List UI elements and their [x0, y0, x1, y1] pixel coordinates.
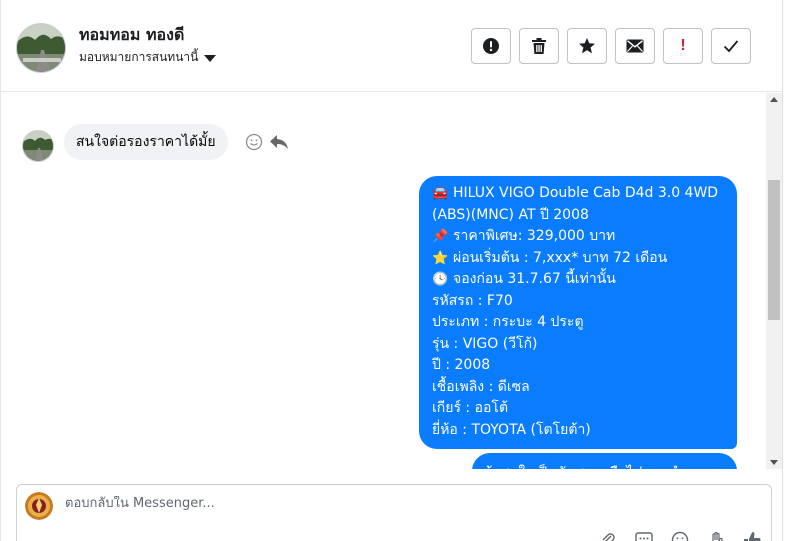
star-button[interactable] — [567, 28, 607, 64]
exclamation-circle-icon — [483, 38, 499, 54]
emoji-button[interactable] — [669, 529, 691, 541]
follow-up-button[interactable]: ! — [663, 28, 703, 64]
conversation-header: ทอมทอม ทองดี มอบหมายการสนทนานี้ ! — [1, 0, 782, 92]
attach-button[interactable] — [597, 529, 619, 541]
composer-tools — [597, 529, 763, 541]
hand-icon — [712, 531, 723, 541]
scroll-up-arrow-icon[interactable] — [770, 97, 778, 102]
pushpin-emoji-icon: 📌 — [432, 229, 449, 244]
reply-composer — [16, 484, 772, 541]
saved-replies-button[interactable] — [633, 529, 655, 541]
message-line-title: 🚘 HILUX VIGO Double Cab D4d 3.0 4WD (ABS)… — [432, 185, 719, 223]
mark-spam-button[interactable] — [471, 28, 511, 64]
contact-avatar[interactable] — [16, 23, 66, 73]
assign-conversation-dropdown[interactable]: มอบหมายการสนทนานี้ — [79, 48, 217, 67]
outgoing-message-bubble[interactable]: 🚘 HILUX VIGO Double Cab D4d 3.0 4WD (ABS)… — [419, 176, 737, 449]
sender-avatar — [22, 130, 54, 162]
mark-done-button[interactable] — [711, 28, 751, 64]
smiley-react-icon[interactable] — [245, 133, 263, 151]
contact-name[interactable]: ทอมทอม ทองดี — [79, 23, 184, 48]
incoming-message-bubble[interactable]: สนใจต่อรองราคาได้มั้ย — [64, 124, 228, 160]
trash-icon — [532, 38, 546, 54]
thread-scrollbar[interactable] — [766, 93, 782, 469]
envelope-icon — [626, 39, 644, 53]
red-exclamation-icon: ! — [680, 37, 686, 54]
like-button[interactable] — [741, 529, 763, 541]
message-line-model: รุ่น : VIGO (วีโก้) — [432, 335, 538, 352]
message-thread[interactable]: สนใจต่อรองราคาได้มั้ย 🚘 HILUX VIGO Double… — [1, 93, 766, 469]
emoji-icon — [671, 531, 689, 541]
star-icon — [579, 38, 595, 54]
message-line-price: 📌 ราคาพิเศษ: 329,000 บาท — [432, 226, 725, 248]
mark-unread-button[interactable] — [615, 28, 655, 64]
message-line-fuel: เชื้อเพลิง : ดีเซล — [432, 378, 530, 395]
message-line-deadline: 🕓 จองก่อน 31.7.67 นี้เท่านั้น — [432, 269, 725, 291]
message-line-gear: เกียร์ : ออโต้ — [432, 400, 509, 416]
message-line-type: ประเภท : กระบะ 4 ประตู — [432, 314, 584, 330]
star-emoji-icon: ⭐ — [432, 250, 449, 266]
message-line-brand: ยี่ห้อ : TOYOTA (โตโยต้า) — [432, 421, 591, 438]
sticker-button[interactable] — [705, 529, 727, 541]
message-line-year: ปี : 2008 — [432, 357, 491, 373]
car-emoji-icon: 🚘 — [432, 186, 449, 201]
thumbs-up-icon — [744, 532, 761, 541]
paperclip-icon — [602, 533, 615, 541]
reply-arrow-icon[interactable] — [269, 133, 289, 151]
message-line-code: รหัสรถ : F70 — [432, 292, 513, 309]
message-line-installment: ⭐ ผ่อนเริ่มต้น : 7,xxx* บาท 72 เดือน — [432, 248, 725, 270]
outgoing-message-bubble-partial[interactable]: ถ้าสนใจเป็นนัดสอบหรือไปแนะทำง — [472, 453, 737, 469]
action-toolbar: ! — [471, 28, 751, 64]
assign-label: มอบหมายการสนทนานี้ — [79, 50, 199, 64]
reply-input[interactable] — [65, 496, 665, 511]
checkmark-icon — [723, 40, 739, 53]
chat-dots-icon — [635, 532, 653, 541]
page-avatar — [25, 492, 53, 520]
clock-emoji-icon: 🕓 — [432, 272, 449, 287]
scroll-thumb[interactable] — [768, 180, 780, 320]
scroll-down-arrow-icon[interactable] — [770, 460, 778, 465]
delete-button[interactable] — [519, 28, 559, 64]
caret-down-icon — [204, 55, 217, 62]
